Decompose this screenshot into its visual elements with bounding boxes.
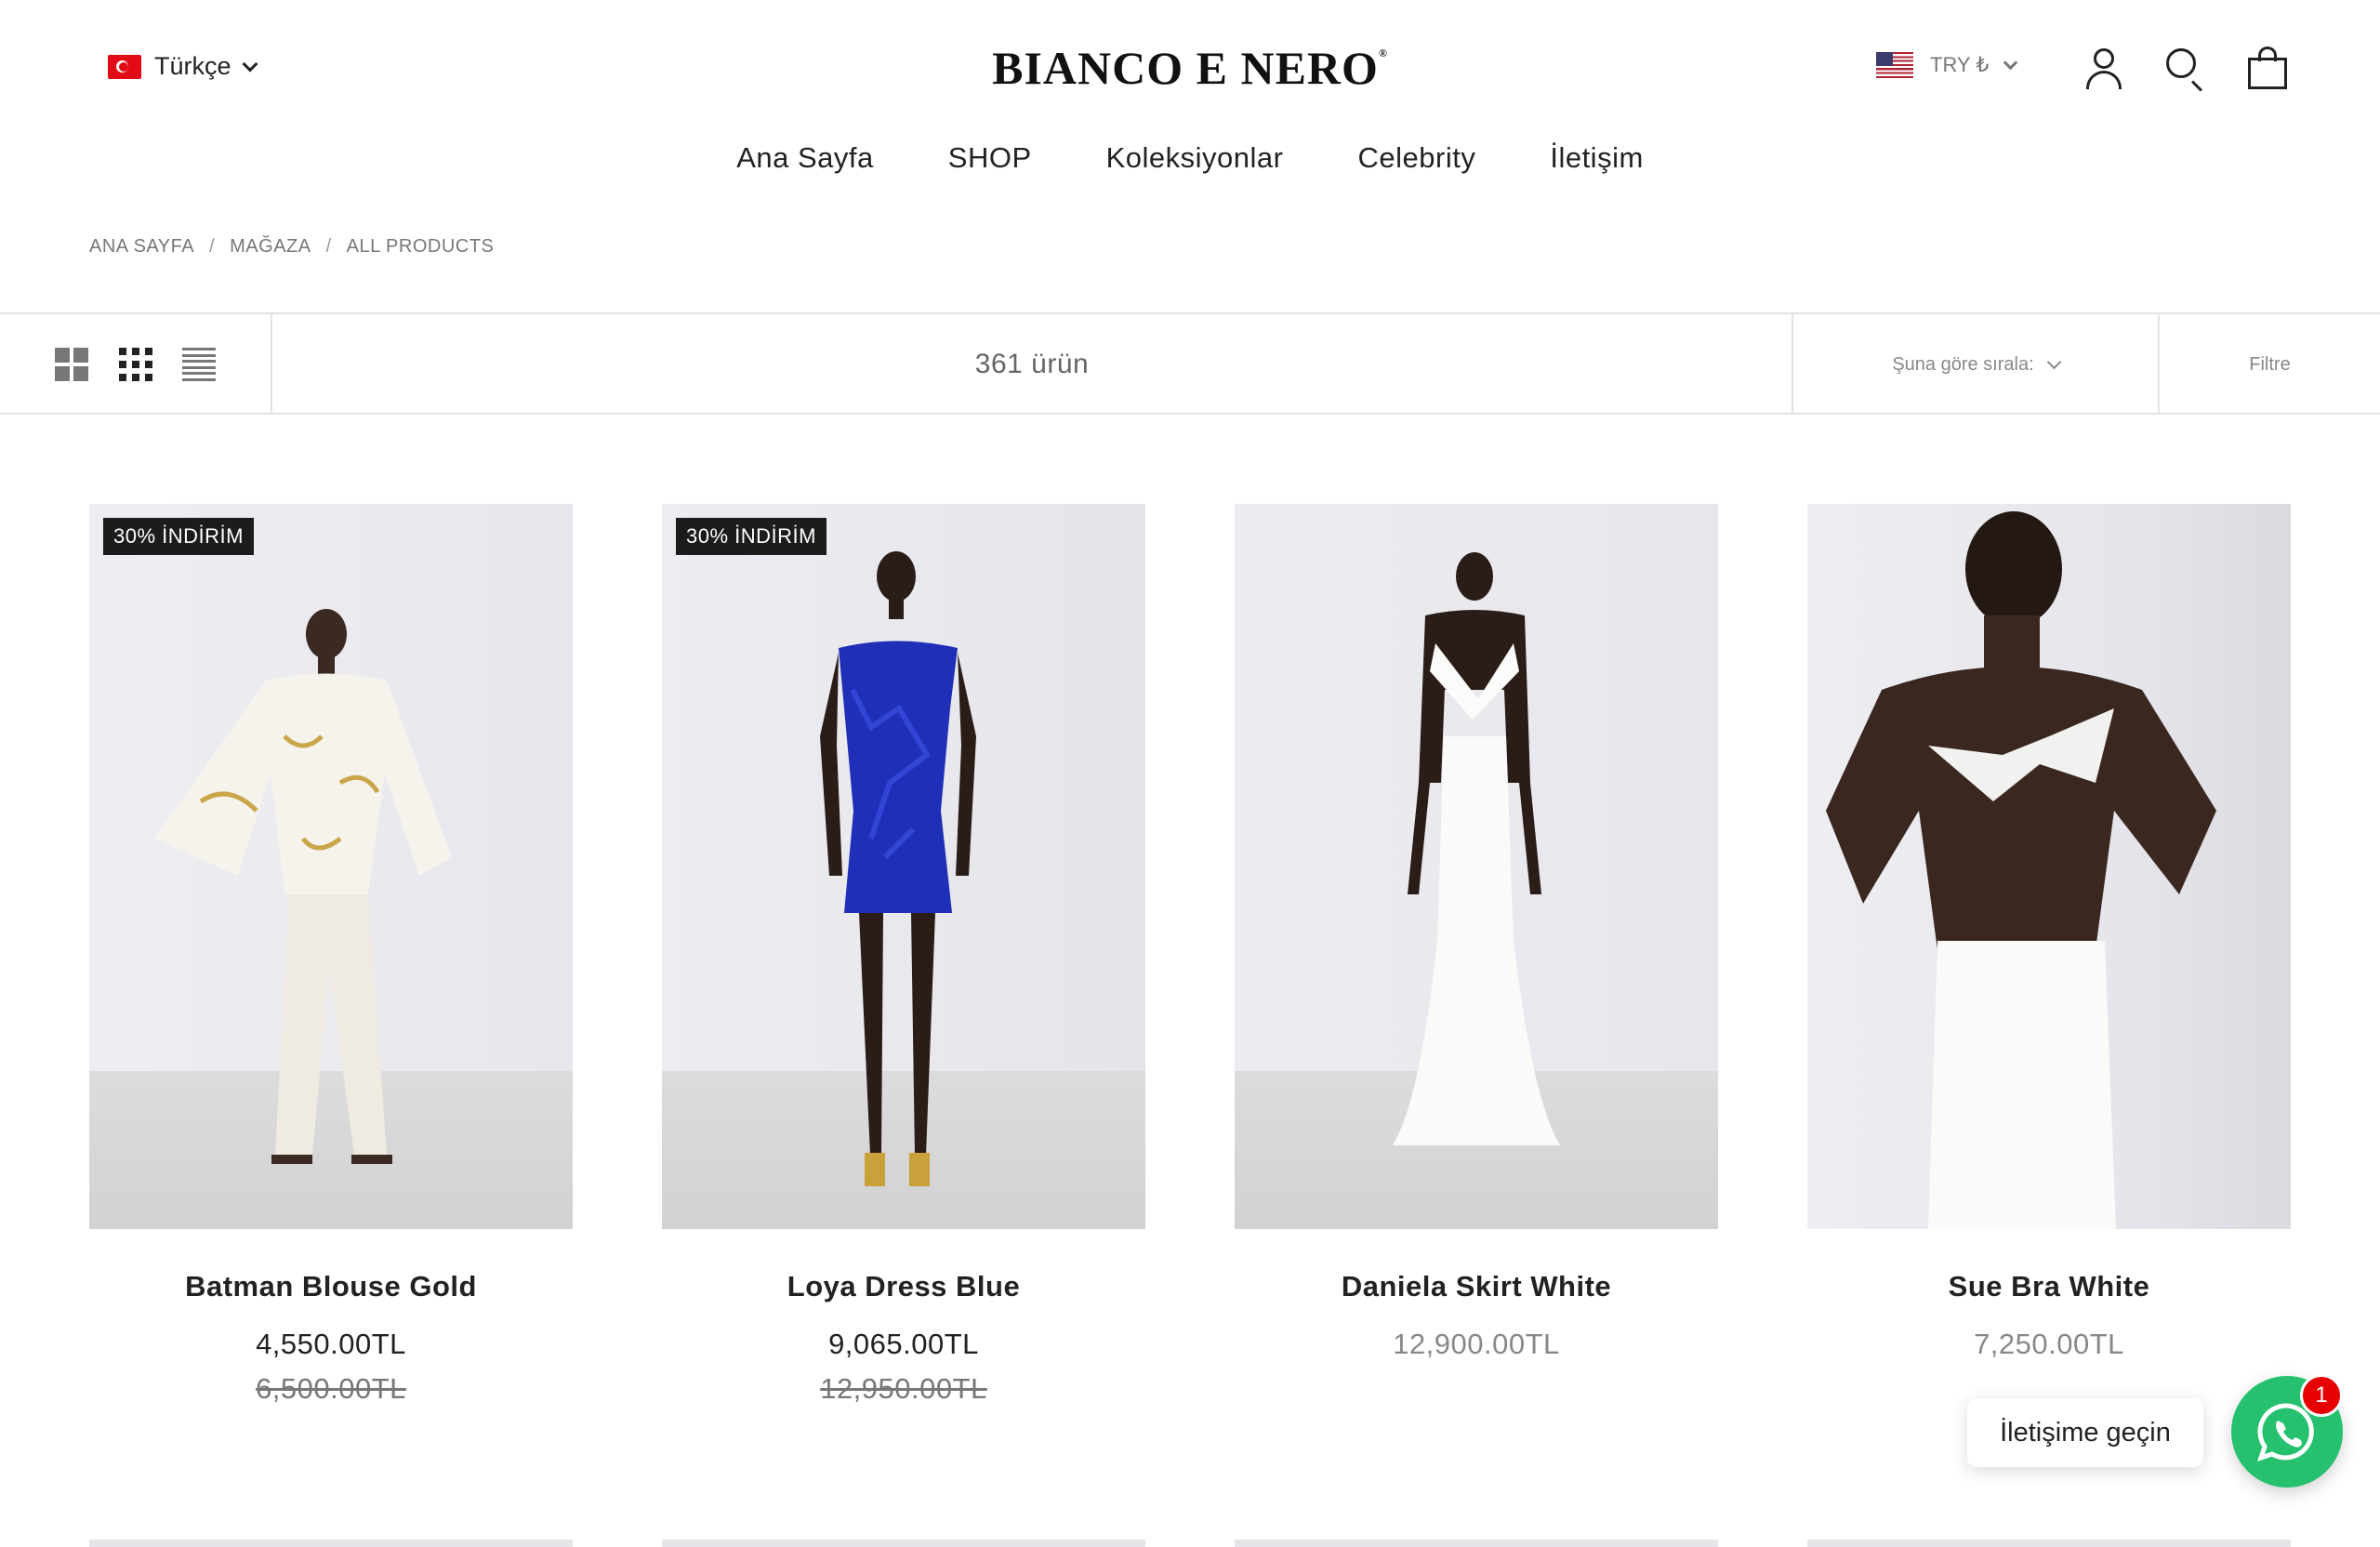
unread-badge: 1 xyxy=(2300,1374,2343,1417)
list-view-icon[interactable] xyxy=(182,348,216,381)
currency-label: TRY ₺ xyxy=(1930,53,1990,76)
breadcrumb-separator: / xyxy=(325,236,332,257)
product-image[interactable] xyxy=(1807,504,2291,1229)
product-price: 9,065.00TL xyxy=(828,1328,979,1360)
site-logo[interactable]: BIANCO E NERO® xyxy=(0,41,2380,95)
sort-dropdown[interactable]: Şuna göre sırala: xyxy=(1792,314,2160,415)
search-icon[interactable] xyxy=(2164,46,2207,92)
nav-item-contact[interactable]: İletişim xyxy=(1550,141,1643,175)
product-price: 12,900.00TL xyxy=(1393,1328,1560,1360)
product-card[interactable]: 30% İNDİRİM Loya Dress Blue 9,065.00TL 1… xyxy=(662,504,1145,1406)
product-image[interactable]: 30% İNDİRİM xyxy=(89,504,573,1229)
cart-icon[interactable] xyxy=(2246,46,2289,89)
product-count: 361 ürün xyxy=(974,349,1090,379)
registered-mark: ® xyxy=(1378,46,1388,60)
product-old-price: 12,950.00TL xyxy=(820,1372,987,1405)
breadcrumb: ANA SAYFA / MAĞAZA / ALL PRODUCTS xyxy=(89,236,494,258)
filter-button[interactable]: Filtre xyxy=(2160,314,2380,415)
model-figure xyxy=(1826,511,2216,1229)
logo-text: BIANCO E NERO xyxy=(992,42,1379,94)
product-card-peek xyxy=(1807,1540,2291,1547)
grid-small-icon[interactable] xyxy=(119,348,152,381)
site-header: Türkçe BIANCO E NERO® TRY ₺ Ana Sayfa SH… xyxy=(0,0,2380,186)
breadcrumb-home[interactable]: ANA SAYFA xyxy=(89,236,194,258)
product-card[interactable]: Daniela Skirt White 12,900.00TL xyxy=(1235,504,1718,1361)
product-title[interactable]: Batman Blouse Gold xyxy=(89,1270,573,1303)
product-title[interactable]: Daniela Skirt White xyxy=(1235,1270,1718,1303)
us-flag-icon xyxy=(1876,52,1913,78)
model-figure xyxy=(1393,552,1560,1145)
breadcrumb-current: ALL PRODUCTS xyxy=(346,236,495,257)
nav-item-celebrity[interactable]: Celebrity xyxy=(1358,141,1476,175)
collection-toolbar: 361 ürün Şuna göre sırala: Filtre xyxy=(0,312,2380,415)
nav-item-home[interactable]: Ana Sayfa xyxy=(736,141,874,175)
nav-item-collections[interactable]: Koleksiyonlar xyxy=(1106,141,1284,175)
model-figure xyxy=(154,609,452,1164)
product-image[interactable] xyxy=(1235,504,1718,1229)
chevron-down-icon xyxy=(2003,55,2018,70)
chat-prompt[interactable]: İletişime geçin xyxy=(1967,1398,2203,1467)
model-figure xyxy=(820,551,976,1186)
product-card[interactable]: Sue Bra White 7,250.00TL xyxy=(1807,504,2291,1361)
breadcrumb-store[interactable]: MAĞAZA xyxy=(230,236,311,258)
product-old-price: 6,500.00TL xyxy=(256,1372,406,1405)
product-card-peek xyxy=(1235,1540,1718,1547)
discount-badge: 30% İNDİRİM xyxy=(103,518,254,555)
currency-selector[interactable]: TRY ₺ xyxy=(1876,52,2018,78)
grid-large-icon[interactable] xyxy=(55,348,88,381)
sort-label: Şuna göre sırala: xyxy=(1892,353,2034,375)
breadcrumb-separator: / xyxy=(209,236,216,257)
product-price: 4,550.00TL xyxy=(256,1328,406,1360)
product-card[interactable]: 30% İNDİRİM Batman Blouse Gold 4,550.00T… xyxy=(89,504,573,1406)
chevron-down-icon xyxy=(2046,354,2061,369)
product-card-peek xyxy=(89,1540,573,1547)
nav-item-shop[interactable]: SHOP xyxy=(948,141,1032,175)
product-card-peek xyxy=(662,1540,1145,1547)
product-price: 7,250.00TL xyxy=(1974,1328,2124,1360)
discount-badge: 30% İNDİRİM xyxy=(676,518,826,555)
product-title[interactable]: Sue Bra White xyxy=(1807,1270,2291,1303)
account-icon[interactable] xyxy=(2082,46,2125,89)
main-nav: Ana Sayfa SHOP Koleksiyonlar Celebrity İ… xyxy=(0,141,2380,175)
product-image[interactable]: 30% İNDİRİM xyxy=(662,504,1145,1229)
layout-switcher xyxy=(0,314,272,415)
product-title[interactable]: Loya Dress Blue xyxy=(662,1270,1145,1303)
